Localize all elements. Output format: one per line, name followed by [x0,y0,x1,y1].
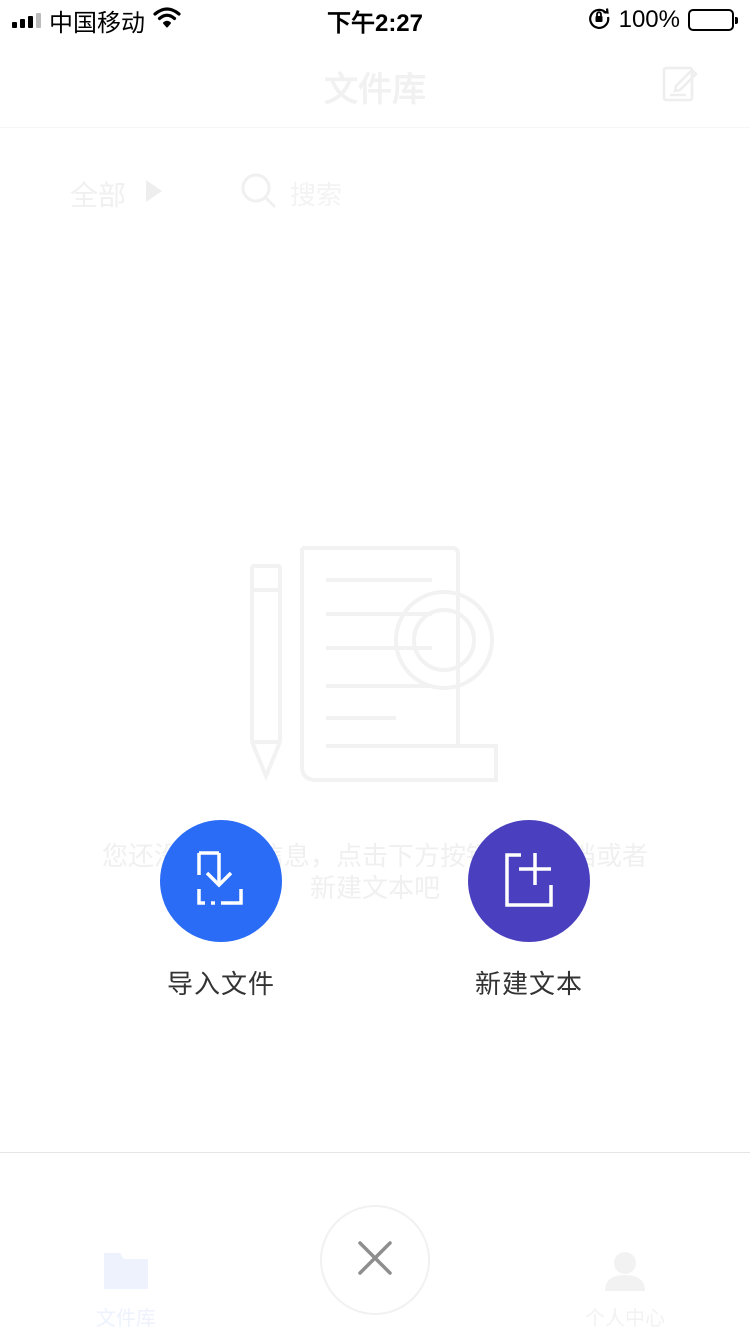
battery-icon [688,9,738,31]
tab-files-label: 文件库 [96,1308,156,1330]
triangle-right-icon [144,178,164,209]
filter-row: 全部 搜索 [70,172,342,215]
edit-icon [662,64,698,109]
empty-document-illustration [246,540,506,795]
new-text-label: 新建文本 [474,969,583,999]
search-placeholder: 搜索 [290,180,343,210]
rotation-lock-icon [587,5,611,36]
new-document-icon [503,849,555,914]
import-file-button[interactable]: 导入文件 [121,820,321,1001]
background-page: 文件库 全部 搜索 您还没有文档信息，点击下方按钮导入文档或者新建文本吧 [0,0,750,1334]
tab-profile[interactable]: 个人中心 [545,1249,705,1331]
status-bar-left: 中国移动 [12,3,181,38]
battery-percentage: 100% [618,6,680,33]
search-icon [240,172,278,215]
tab-files[interactable]: 文件库 [46,1249,206,1331]
import-file-circle[interactable] [160,820,282,942]
folder-icon [46,1249,206,1296]
import-file-label: 导入文件 [166,969,275,999]
new-text-circle[interactable] [468,820,590,942]
nav-bar: 文件库 [0,40,750,128]
person-icon [545,1249,705,1296]
page-title: 文件库 [324,71,426,109]
carrier-name: 中国移动 [49,9,145,37]
tab-profile-label: 个人中心 [585,1308,665,1330]
filter-all-label: 全部 [70,179,127,211]
signal-strength-icon [12,12,41,28]
wifi-icon [153,6,181,35]
tab-bar: 文件库 个人中心 [0,1152,750,1334]
status-bar: 中国移动 下午2:27 100% [0,0,750,40]
status-bar-right: 100% [587,5,738,36]
new-text-button[interactable]: 新建文本 [429,820,629,1001]
close-menu-button[interactable] [320,1205,430,1315]
import-file-icon [191,849,251,914]
close-icon [357,1240,393,1281]
